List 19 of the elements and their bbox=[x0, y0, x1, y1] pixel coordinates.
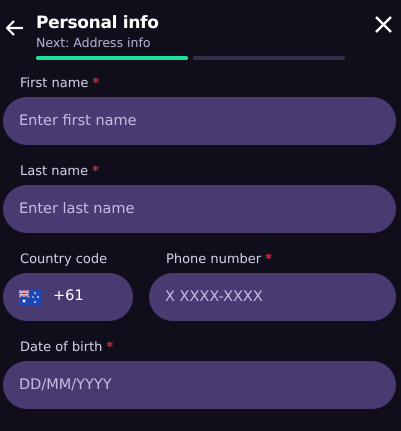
required-mark: * bbox=[106, 340, 114, 355]
input-field[interactable]: DD/MM/YYYY bbox=[3, 361, 396, 409]
field-label: Last name bbox=[20, 164, 88, 179]
required-mark: * bbox=[265, 252, 272, 267]
required-mark: * bbox=[92, 164, 99, 179]
input-field[interactable]: X XXXX-XXXX bbox=[149, 273, 396, 321]
flag-icon bbox=[19, 290, 41, 304]
field-label: Date of birth bbox=[20, 340, 102, 355]
input-field[interactable]: Enter first name bbox=[3, 97, 396, 145]
field-label: First name bbox=[20, 76, 88, 91]
required-mark: * bbox=[92, 76, 100, 91]
field-label: Phone number bbox=[166, 252, 262, 267]
close-icon[interactable] bbox=[375, 16, 392, 33]
field-label: Country code bbox=[20, 252, 108, 267]
next-step-text: Next: Address info bbox=[36, 34, 152, 52]
input-field[interactable]: Enter last name bbox=[3, 185, 396, 233]
back-arrow-icon[interactable] bbox=[6, 20, 24, 36]
page-title: Personal info bbox=[36, 12, 160, 34]
country-code-select[interactable]: +61 bbox=[3, 273, 133, 321]
